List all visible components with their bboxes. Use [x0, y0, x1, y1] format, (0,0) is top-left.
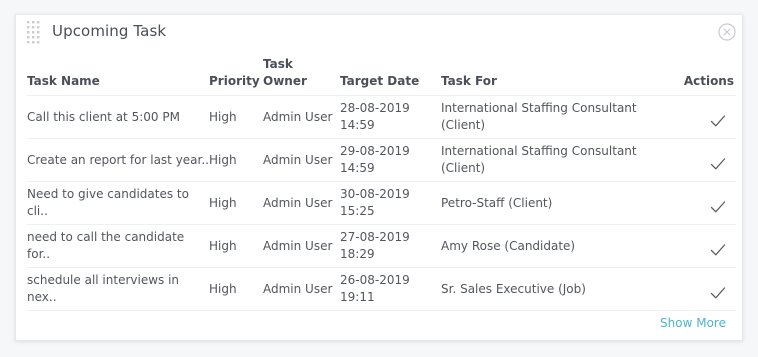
priority-cell: High — [209, 138, 263, 182]
column-header-target-date: Target Date — [340, 55, 441, 96]
checkmark-icon[interactable] — [710, 114, 726, 128]
column-header-task-for: Task For — [441, 55, 661, 96]
task-owner-cell: Admin User — [263, 181, 340, 225]
target-date-cell: 28-08-2019 14:59 — [340, 95, 441, 139]
priority-cell: High — [209, 181, 263, 225]
task-name-cell: need to call the candidate for.. — [27, 224, 209, 268]
checkmark-icon[interactable] — [710, 286, 726, 300]
task-table: Task Name Priority Task Owner Target Dat… — [27, 55, 736, 311]
actions-cell — [661, 181, 736, 225]
priority-cell: High — [209, 224, 263, 268]
actions-cell — [661, 95, 736, 139]
task-name-cell: schedule all interviews in nex.. — [27, 267, 209, 311]
target-date-cell: 27-08-2019 18:29 — [340, 224, 441, 268]
widget-title: Upcoming Task — [52, 22, 167, 40]
task-for-cell: International Staffing Consultant (Clien… — [441, 95, 661, 139]
task-name-cell: Need to give candidates to cli.. — [27, 181, 209, 225]
table-header-row: Task Name Priority Task Owner Target Dat… — [27, 55, 736, 96]
table-row: Create an report for last year.. High Ad… — [27, 138, 736, 182]
upcoming-task-widget: Upcoming Task Task Name Priority Task Ow… — [15, 14, 743, 341]
table-row: schedule all interviews in nex.. High Ad… — [27, 267, 736, 311]
show-more-link[interactable]: Show More — [660, 316, 726, 330]
checkmark-icon[interactable] — [710, 157, 726, 171]
task-owner-cell: Admin User — [263, 224, 340, 268]
actions-cell — [661, 267, 736, 311]
priority-cell: High — [209, 267, 263, 311]
checkmark-icon[interactable] — [710, 243, 726, 257]
task-for-cell: Petro-Staff (Client) — [441, 181, 661, 225]
target-date-cell: 30-08-2019 15:25 — [340, 181, 441, 225]
task-owner-cell: Admin User — [263, 267, 340, 311]
column-header-actions: Actions — [661, 55, 736, 96]
actions-cell — [661, 138, 736, 182]
task-name-cell: Call this client at 5:00 PM — [27, 95, 209, 139]
table-row: Call this client at 5:00 PM High Admin U… — [27, 95, 736, 139]
column-header-task-owner: Task Owner — [263, 55, 340, 96]
task-for-cell: Sr. Sales Executive (Job) — [441, 267, 661, 311]
task-name-cell: Create an report for last year.. — [27, 138, 209, 182]
target-date-cell: 29-08-2019 14:59 — [340, 138, 441, 182]
actions-cell — [661, 224, 736, 268]
target-date-cell: 26-08-2019 19:11 — [340, 267, 441, 311]
table-row: need to call the candidate for.. High Ad… — [27, 224, 736, 268]
close-icon[interactable] — [718, 23, 736, 41]
task-owner-cell: Admin User — [263, 138, 340, 182]
task-for-cell: International Staffing Consultant (Clien… — [441, 138, 661, 182]
drag-handle-icon[interactable] — [26, 20, 42, 48]
table-row: Need to give candidates to cli.. High Ad… — [27, 181, 736, 225]
priority-cell: High — [209, 95, 263, 139]
column-header-priority: Priority — [209, 55, 263, 96]
checkmark-icon[interactable] — [710, 200, 726, 214]
task-owner-cell: Admin User — [263, 95, 340, 139]
column-header-task-name: Task Name — [27, 55, 209, 96]
task-for-cell: Amy Rose (Candidate) — [441, 224, 661, 268]
